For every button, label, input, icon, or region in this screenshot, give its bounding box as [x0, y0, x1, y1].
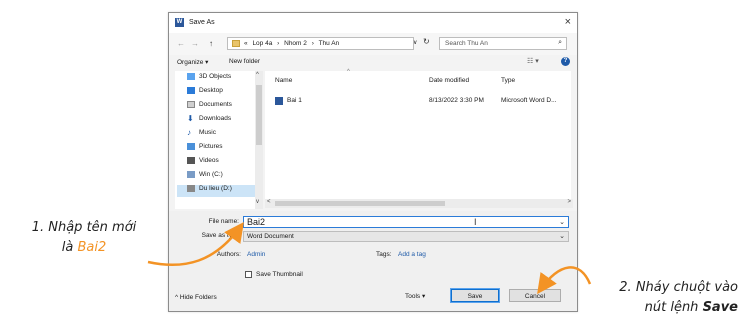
text-cursor-icon: I — [474, 217, 477, 227]
organize-button[interactable]: Organize ▾ — [177, 58, 208, 66]
save-as-type-value: Word Document — [247, 233, 294, 240]
search-placeholder: Search Thu An — [445, 40, 488, 47]
documents-icon — [187, 101, 195, 108]
title-bar: W Save As × — [169, 13, 577, 33]
file-list: Name ^ Date modified Type Bai 1 8/13/202… — [265, 69, 571, 201]
cube-icon — [187, 73, 195, 80]
download-icon: ⬇ — [187, 114, 194, 123]
hscrollbar-thumb[interactable] — [275, 201, 445, 206]
tags-value[interactable]: Add a tag — [398, 251, 426, 258]
nav-item-win-c[interactable]: Win (C:) — [187, 171, 223, 183]
nav-item-3d-objects[interactable]: 3D Objects — [187, 73, 231, 85]
breadcrumb-separator[interactable]: › — [277, 40, 279, 47]
desktop-icon — [187, 87, 195, 94]
command-toolbar: Organize ▾ New folder ☷ ▾ ? — [169, 55, 577, 69]
scroll-right-icon[interactable]: > — [567, 199, 571, 205]
forward-arrow-icon[interactable]: → — [191, 39, 199, 48]
drive-icon — [187, 185, 195, 192]
new-folder-button[interactable]: New folder — [229, 58, 260, 65]
word-doc-icon — [275, 97, 283, 105]
search-icon[interactable]: ⌕ — [558, 39, 562, 47]
save-as-dialog: W Save As × ← → ↑ « Lop 4a › Nhom 2 › Th… — [168, 12, 578, 312]
nav-item-desktop[interactable]: Desktop — [187, 87, 223, 99]
pictures-icon — [187, 143, 195, 150]
file-name-input[interactable]: Bai2 I ⌄ — [243, 216, 569, 228]
authors-label: Authors: — [216, 251, 241, 258]
help-icon[interactable]: ? — [561, 57, 570, 66]
cancel-button[interactable]: Cancel — [509, 289, 561, 302]
nav-item-music[interactable]: ♪ Music — [187, 129, 216, 141]
refresh-icon[interactable]: ↻ — [423, 37, 430, 46]
view-options-icon[interactable]: ☷ ▾ — [527, 57, 539, 65]
breadcrumb-separator[interactable]: › — [312, 40, 314, 47]
file-hscrollbar[interactable]: < > — [265, 199, 573, 208]
save-as-type-select[interactable]: Word Document ⌄ — [243, 231, 569, 242]
tools-button[interactable]: Tools ▾ — [405, 292, 425, 300]
nav-item-videos[interactable]: Videos — [187, 157, 219, 169]
drive-icon — [187, 171, 195, 178]
search-input[interactable]: Search Thu An ⌕ — [439, 37, 567, 50]
column-header-name[interactable]: Name — [275, 77, 292, 84]
tags-label: Tags: — [376, 251, 392, 258]
file-date: 8/13/2022 3:30 PM — [429, 97, 484, 104]
file-name-label: File name: — [208, 218, 239, 225]
chevron-down-icon[interactable]: ⌄ — [559, 218, 565, 226]
music-icon: ♪ — [187, 128, 191, 137]
save-thumbnail-label[interactable]: Save Thumbnail — [256, 271, 303, 278]
scrollbar-thumb[interactable] — [256, 85, 262, 145]
breadcrumb-overflow[interactable]: « — [244, 40, 248, 47]
file-name-value: Bai2 — [247, 217, 266, 227]
save-form: File name: Bai2 I ⌄ Save as type: Word D… — [169, 211, 577, 311]
nav-scrollbar[interactable]: ^ v — [255, 71, 263, 209]
up-arrow-icon[interactable]: ↑ — [209, 39, 213, 48]
address-bar[interactable]: « Lop 4a › Nhom 2 › Thu An — [227, 37, 414, 50]
file-type: Microsoft Word D... — [501, 97, 557, 104]
annotation-step-2: 2. Nháy chuột vào nút lệnh Save — [619, 280, 738, 315]
address-row: ← → ↑ « Lop 4a › Nhom 2 › Thu An ∨ ↻ Sea… — [169, 33, 577, 55]
nav-item-du-lieu-d[interactable]: Du lieu (D:) — [177, 185, 257, 197]
breadcrumb-item[interactable]: Nhom 2 — [284, 40, 307, 47]
chevron-down-icon[interactable]: ⌄ — [559, 232, 565, 240]
hide-folders-button[interactable]: ^ Hide Folders — [175, 294, 217, 301]
nav-item-pictures[interactable]: Pictures — [187, 143, 222, 155]
save-thumbnail-checkbox[interactable] — [245, 271, 252, 278]
word-app-icon: W — [175, 18, 184, 27]
folder-icon — [232, 40, 240, 47]
save-as-type-label: Save as type: — [201, 232, 241, 239]
nav-item-downloads[interactable]: ⬇ Downloads — [187, 115, 231, 127]
videos-icon — [187, 157, 195, 164]
breadcrumb-item[interactable]: Lop 4a — [252, 40, 272, 47]
back-arrow-icon[interactable]: ← — [177, 39, 185, 48]
file-row[interactable]: Bai 1 8/13/2022 3:30 PM Microsoft Word D… — [265, 95, 571, 107]
column-header-date[interactable]: Date modified — [429, 77, 469, 84]
scroll-up-icon[interactable]: ^ — [256, 72, 259, 78]
scroll-left-icon[interactable]: < — [267, 199, 271, 205]
save-button[interactable]: Save — [450, 288, 500, 303]
navigation-pane: 3D Objects Desktop Documents ⬇ Downloads … — [175, 71, 261, 209]
file-name: Bai 1 — [287, 97, 302, 104]
address-dropdown-icon[interactable]: ∨ — [413, 39, 417, 46]
annotation-step-1: 1. Nhập tên mới là Bai2 — [31, 220, 137, 255]
authors-value[interactable]: Admin — [247, 251, 265, 258]
scroll-down-icon[interactable]: v — [256, 199, 259, 205]
sort-caret-icon: ^ — [347, 69, 350, 75]
breadcrumb-item[interactable]: Thu An — [319, 40, 340, 47]
column-header-type[interactable]: Type — [501, 77, 515, 84]
close-icon[interactable]: × — [565, 16, 571, 28]
dialog-title: Save As — [189, 19, 215, 26]
nav-item-documents[interactable]: Documents — [187, 101, 232, 113]
breadcrumb: « Lop 4a › Nhom 2 › Thu An — [244, 40, 342, 47]
